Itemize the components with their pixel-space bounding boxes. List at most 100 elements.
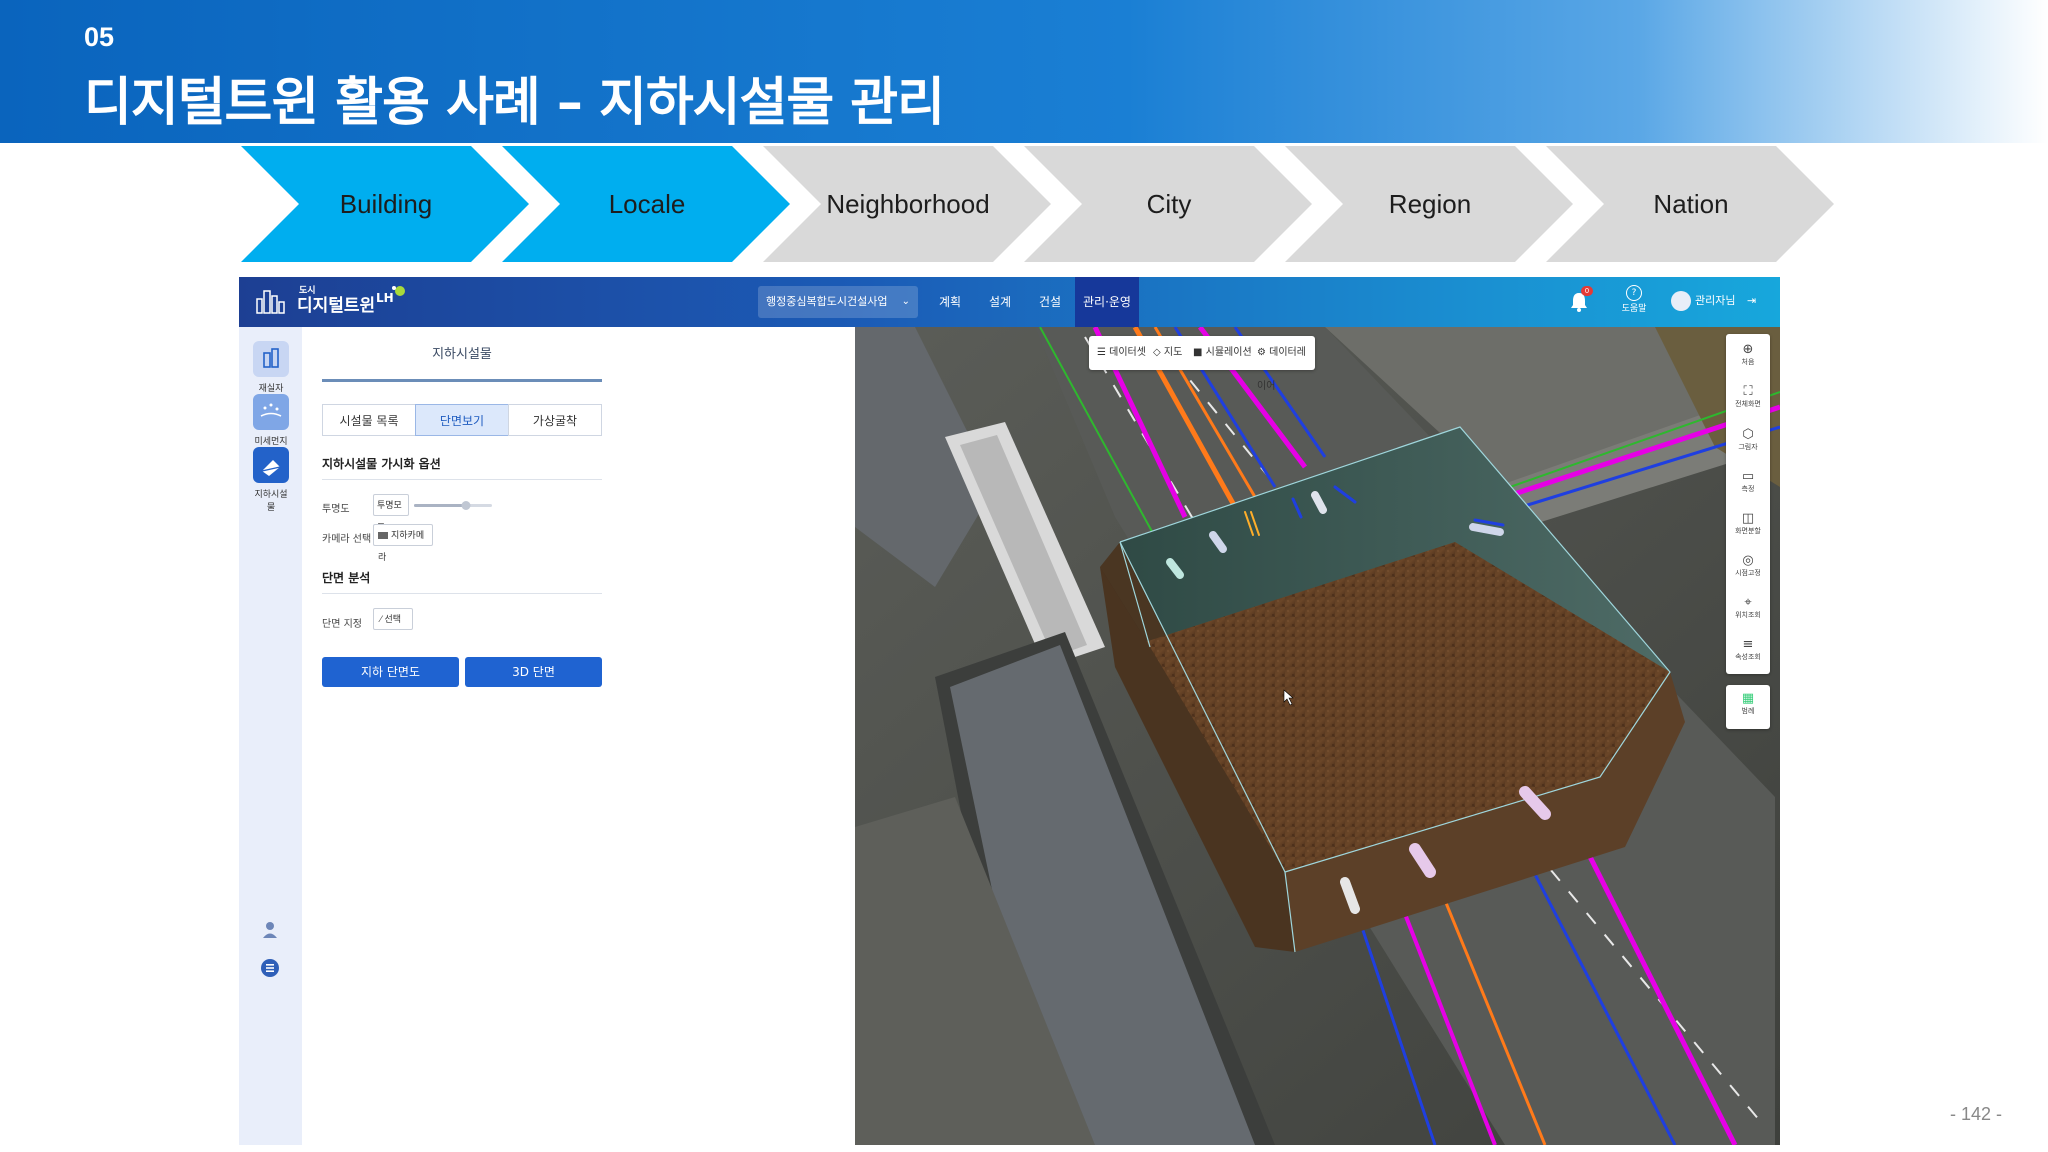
- rail-dust[interactable]: 미세먼지: [251, 394, 291, 447]
- camera-select[interactable]: 지하카메라: [373, 524, 433, 563]
- pen-icon: ⁄: [380, 615, 382, 625]
- section-number: 05: [84, 22, 115, 52]
- opacity-label: 투명도: [322, 504, 350, 515]
- rail-occupant[interactable]: 재실자: [251, 341, 291, 394]
- 3d-section-button[interactable]: 3D 단면: [465, 657, 602, 687]
- toolbar-datalayer[interactable]: ⚙ 데이터레이어: [1257, 336, 1315, 392]
- tool-location[interactable]: ⌖ 위치조회: [1726, 595, 1770, 620]
- toolbar-dataset[interactable]: ☰ 데이터셋: [1097, 336, 1146, 370]
- opacity-slider[interactable]: [414, 499, 494, 511]
- tab-virtual-excavation[interactable]: 가상굴착: [508, 404, 602, 436]
- divider: [322, 593, 602, 594]
- help-label: 도움말: [1621, 304, 1647, 314]
- tool-home[interactable]: ⊕ 처음: [1726, 342, 1770, 367]
- eye-icon: ◎: [1742, 553, 1754, 568]
- tool-label: 처음: [1741, 358, 1755, 366]
- section-point-label: 단면 지정: [322, 619, 362, 630]
- tool-label: 그림자: [1738, 443, 1758, 451]
- help-button[interactable]: ? 도움말: [1621, 285, 1647, 314]
- title-banner: 05 디지털트윈 활용 사례 – 지하시설물 관리: [0, 0, 2048, 143]
- cube-outline-icon: ⬡: [1742, 427, 1754, 442]
- question-icon: ?: [1626, 285, 1642, 301]
- chevron-neighborhood: Neighborhood: [763, 146, 1051, 262]
- map-scene: [855, 327, 1780, 1145]
- chevron-city: City: [1024, 146, 1312, 262]
- tool-label: 전체화면: [1735, 400, 1761, 408]
- rail-underground[interactable]: 지하시설물: [251, 447, 291, 513]
- toolbar-label: 데이터셋: [1109, 347, 1146, 358]
- chevron-nation: Nation: [1546, 146, 1834, 262]
- nav-design[interactable]: 설계: [975, 277, 1025, 327]
- panel-tabs: 시설물 목록 단면보기 가상굴착: [322, 404, 602, 436]
- page-number: - 142 -: [1950, 1104, 2003, 1124]
- tool-fullscreen[interactable]: ⛶ 전체화면: [1726, 384, 1770, 409]
- transparent-mode-button[interactable]: 투명모드: [373, 494, 409, 533]
- tool-label: 범례: [1741, 707, 1755, 715]
- pin-icon: ⌖: [1744, 595, 1752, 610]
- avatar: [1671, 291, 1691, 311]
- user-label: 관리자님: [1695, 294, 1736, 307]
- app-window: 도시 디지털트윈 LH 행정중심복합도시건설사업 ⌄ 계획 설계 건설 관리·운…: [239, 277, 1780, 1145]
- list-icon: ☰: [1097, 347, 1110, 358]
- lh-dot-icon: [392, 286, 405, 296]
- section-visual-options: 지하시설물 가시화 옵션: [322, 457, 441, 471]
- toolbar-simulation[interactable]: ■ 시뮬레이션: [1193, 336, 1252, 370]
- toolbar-label: 시뮬레이션: [1205, 347, 1252, 358]
- 3d-map-view[interactable]: [855, 327, 1780, 1145]
- tool-viewlock[interactable]: ◎ 시점고정: [1726, 553, 1770, 578]
- map-right-tools: ⊕ 처음 ⛶ 전체화면 ⬡ 그림자 ▭ 측정 ◫ 화면분할 ◎ 시점고정 ⌖ 위치조회 ≡ 속성…: [1726, 334, 1770, 674]
- building-icon: [253, 341, 289, 377]
- list-icon: ≡: [1742, 637, 1754, 652]
- underground-section-button[interactable]: 지하 단면도: [322, 657, 459, 687]
- nav-plan[interactable]: 계획: [925, 277, 975, 327]
- tool-split[interactable]: ◫ 화면분할: [1726, 511, 1770, 536]
- pipe-icon: [253, 447, 289, 483]
- expand-icon: ⛶: [1743, 384, 1753, 399]
- toolbar-map[interactable]: ◇ 지도: [1153, 336, 1182, 370]
- chevron-label: Region: [1388, 189, 1472, 219]
- chevron-down-icon: ⌄: [901, 296, 910, 307]
- tool-label: 화면분할: [1735, 527, 1761, 535]
- tab-section-view[interactable]: 단면보기: [415, 404, 509, 436]
- tool-label: 위치조회: [1735, 611, 1761, 619]
- menu-icon[interactable]: [260, 958, 280, 978]
- rail-label: 미세먼지: [254, 437, 288, 447]
- divider: [322, 479, 602, 480]
- tool-attribute[interactable]: ≡ 속성조회: [1726, 637, 1770, 662]
- legend-icon: ▦: [1741, 691, 1755, 706]
- tab-facility-list[interactable]: 시설물 목록: [322, 404, 416, 436]
- logout-icon[interactable]: ⇥: [1747, 294, 1756, 307]
- select-button-label: 선택: [384, 615, 402, 625]
- tool-shadow[interactable]: ⬡ 그림자: [1726, 427, 1770, 452]
- chevron-label: City: [1146, 189, 1192, 219]
- cesium-logo: CESIUM ion: [620, 1126, 715, 1143]
- project-select[interactable]: 행정중심복합도시건설사업 ⌄: [758, 286, 918, 318]
- mago-label: mago3D: [746, 1126, 796, 1141]
- map-toolbar: ☰ 데이터셋 ◇ 지도 ■ 시뮬레이션 ⚙ 데이터레이어: [1089, 336, 1315, 392]
- left-rail: 재실자 미세먼지 지하시설물: [239, 327, 302, 1145]
- rail-label: 지하시설물: [254, 490, 288, 513]
- nav-operation[interactable]: 관리·운영: [1075, 277, 1139, 327]
- rail-label: 재실자: [258, 384, 284, 394]
- dust-icon: [253, 394, 289, 430]
- app-topbar: 도시 디지털트윈 LH 행정중심복합도시건설사업 ⌄ 계획 설계 건설 관리·운…: [239, 277, 1780, 327]
- page-title: 디지털트윈 활용 사례 – 지하시설물 관리: [84, 73, 945, 133]
- city-logo-icon: [256, 290, 285, 314]
- ruler-icon: ▭: [1741, 469, 1755, 484]
- chevron-label: Neighborhood: [826, 189, 990, 219]
- person-icon[interactable]: [261, 921, 279, 939]
- legend-tool[interactable]: ▦ 범례: [1726, 685, 1770, 729]
- tool-label: 측정: [1741, 485, 1755, 493]
- nav-construction[interactable]: 건설: [1025, 277, 1075, 327]
- chevron-label: Nation: [1653, 189, 1729, 219]
- camera-icon: [378, 532, 388, 539]
- layers-icon: ◇: [1153, 347, 1164, 358]
- mago-logo: mago3D: [746, 1126, 795, 1141]
- user-menu[interactable]: 관리자님 ⇥: [1671, 291, 1756, 311]
- tool-legend[interactable]: ▦ 범례: [1726, 691, 1770, 716]
- cube-icon: ■: [1193, 347, 1206, 358]
- select-button[interactable]: ⁄ 선택: [373, 608, 413, 630]
- panel-title: 지하시설물: [432, 347, 492, 362]
- target-icon: ⊕: [1742, 342, 1754, 357]
- tool-measure[interactable]: ▭ 측정: [1726, 469, 1770, 494]
